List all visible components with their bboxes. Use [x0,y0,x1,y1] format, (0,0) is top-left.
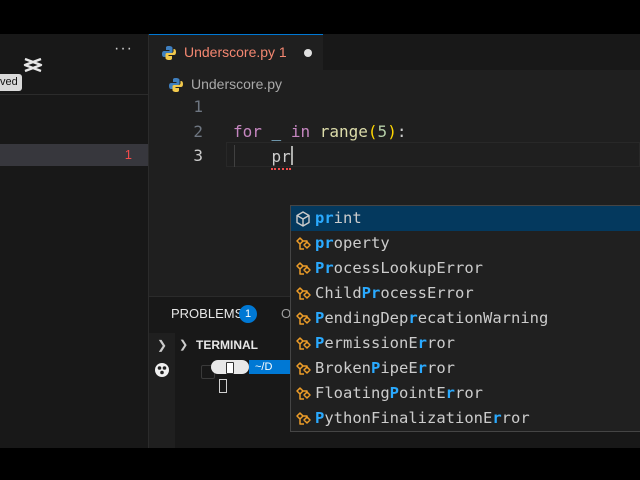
suggestion-item[interactable]: PythonFinalizationError [291,406,640,431]
match-highlight: P [389,384,399,402]
label-segment: operty [333,234,390,252]
terminal-section-title[interactable]: TERMINAL [196,338,258,352]
suggestion-item[interactable]: BrokenPipeError [291,356,640,381]
class-symbol-icon [296,262,311,275]
autocomplete-suggestions: print property ProcessLookupError ChildProc… [290,205,640,432]
class-symbol-icon [296,312,311,325]
label-segment: ecationWarning [417,309,549,327]
python-file-icon [162,46,176,60]
suggestion-item[interactable]: ChildProcessError [291,281,640,306]
sidebar-divider [0,94,148,95]
suggestion-label: print [315,209,362,227]
suggestion-item[interactable]: PendingDeprecationWarning [291,306,640,331]
label-segment: int [333,209,362,227]
match-highlight: r [408,309,418,327]
explorer-file-item[interactable]: 1 [0,144,148,166]
more-actions-icon[interactable]: ··· [114,40,133,58]
loop-variable: _ [271,122,282,141]
match-highlight: r [417,359,428,377]
saved-indicator: ved [0,74,22,91]
suggestion-label: BrokenPipeError [315,359,455,377]
line-number: 3 [193,146,203,165]
chevron-down-icon[interactable]: ❯ [179,338,188,351]
suggestion-item[interactable]: property [291,231,640,256]
editor-tab-bar: Underscore.py 1 [149,34,640,71]
terminal-cursor [219,379,227,393]
label-segment: ermissionE [324,334,418,352]
label-segment: ipeE [380,359,418,377]
breadcrumb-file: Underscore.py [191,76,283,92]
problems-count-badge: 1 [239,305,257,323]
suggestion-label: PermissionError [315,334,455,352]
code-line-3: pr [233,146,293,166]
match-highlight: pr [315,234,334,252]
match-highlight: P [315,334,325,352]
suggestion-item[interactable]: FloatingPointError [291,381,640,406]
line-number: 1 [193,97,203,116]
label-segment: Broken [315,359,371,377]
unsaved-dot-icon[interactable] [304,49,312,57]
line-number: 2 [193,122,203,141]
suggestion-label: PendingDeprecationWarning [315,309,548,327]
class-symbol-icon [296,287,311,300]
label-segment: ror [427,359,456,377]
label-segment: ythonFinalizationE [324,409,493,427]
tab-label: Underscore.py 1 [184,44,287,60]
capcut-logo-icon [23,57,43,73]
match-highlight: pr [315,209,334,227]
range-argument: 5 [377,122,388,141]
match-highlight: P [371,359,381,377]
suggestion-label: ChildProcessError [315,284,474,302]
match-highlight: Pr [315,259,334,277]
colon: : [396,122,407,141]
label-segment: ror [455,384,484,402]
class-symbol-icon [296,412,311,425]
file-problem-count: 1 [124,147,132,162]
error-squiggle [271,165,291,170]
chevron-right-icon[interactable]: ❯ [157,338,167,352]
prompt-os-segment [211,360,249,374]
match-highlight: r [445,384,456,402]
class-symbol-icon [296,237,311,250]
label-segment: Floating [315,384,390,402]
label-segment: ror [501,409,530,427]
paren-open: ( [367,122,378,141]
match-highlight: P [315,309,325,327]
label-segment: Child [315,284,362,302]
python-file-icon [169,78,183,92]
suggestion-label: FloatingPointError [315,384,483,402]
keyword-in: in [290,122,311,141]
match-highlight: P [315,409,325,427]
suggestion-label: property [315,234,390,252]
tab-problems[interactable]: PROBLEMS [171,306,243,321]
match-highlight: Pr [361,284,381,302]
range-function: range [319,122,368,141]
suggestion-item[interactable]: ProcessLookupError [291,256,640,281]
label-segment: endingDep [324,309,409,327]
typed-text: pr [271,147,291,166]
terminal-indicator-icon [155,363,169,377]
class-symbol-icon [296,362,311,375]
tab-underscore-py[interactable]: Underscore.py 1 [149,34,323,71]
suggestion-label: PythonFinalizationError [315,409,530,427]
label-segment: ror [427,334,456,352]
class-symbol-icon [296,337,311,350]
label-segment: ocessLookupError [333,259,483,277]
label-segment: ointE [399,384,446,402]
suggestion-label: ProcessLookupError [315,259,483,277]
vscode-window: ··· ved 1 Underscore.py 1 Underscore.py [0,34,640,448]
suggestion-item[interactable]: PermissionError [291,331,640,356]
keyword-for: for [233,122,262,141]
match-highlight: r [492,409,502,427]
suggestion-item[interactable]: print [291,206,640,231]
explorer-sidebar: ··· ved 1 [0,34,149,448]
label-segment: ocessError [380,284,474,302]
class-symbol-icon [296,387,311,400]
prompt-path-segment: ~/D [249,360,294,374]
method-symbol-icon [296,211,310,227]
code-line-2: for _ in range(5): [233,122,406,141]
match-highlight: r [417,334,428,352]
text-cursor [290,146,293,165]
paren-close: ) [387,122,397,141]
